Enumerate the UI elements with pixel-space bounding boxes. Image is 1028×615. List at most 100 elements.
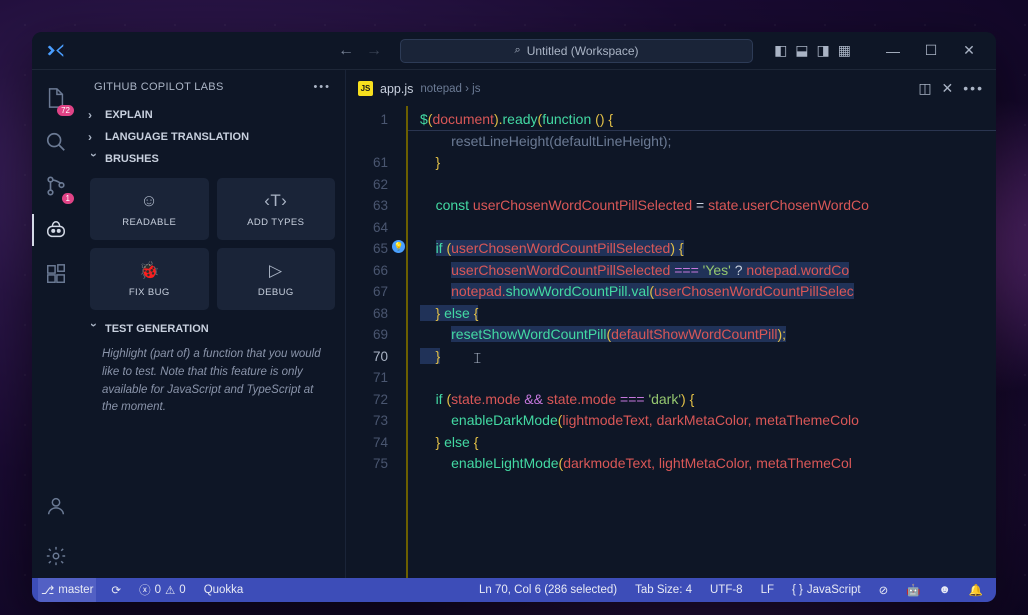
brush-readable[interactable]: ☺READABLE [90, 178, 209, 240]
code-line: if (state.mode && state.mode === 'dark')… [408, 389, 996, 411]
brushes-grid: ☺READABLE ‹T›ADD TYPES 🐞FIX BUG ▷DEBUG [80, 170, 345, 318]
tab-app-js[interactable]: JS app.js notepad › js [346, 70, 492, 106]
code-line [408, 367, 996, 389]
command-center-text: Untitled (Workspace) [527, 44, 639, 58]
editor-tabs: JS app.js notepad › js ◫ ✕ ••• [346, 70, 996, 106]
section-testgen[interactable]: ›TEST GENERATION [80, 318, 345, 340]
forward-icon[interactable]: → [366, 42, 382, 60]
code-line: const userChosenWordCountPillSelected = … [408, 195, 996, 217]
code-line [408, 217, 996, 239]
status-bell-icon[interactable]: 🔔 [966, 583, 986, 597]
section-brushes[interactable]: ›BRUSHES [80, 148, 345, 170]
more-icon[interactable]: ••• [313, 81, 331, 93]
brush-add-types[interactable]: ‹T›ADD TYPES [217, 178, 336, 240]
testgen-hint: Highlight (part of) a function that you … [80, 340, 345, 427]
status-left: ⎇master ⟳ ⓧ0⚠0 Quokka [32, 578, 246, 602]
code-lines: $(document).ready(function () { resetLin… [406, 106, 996, 578]
text-cursor-icon: 𝙸 [472, 348, 483, 370]
code-line: enableLightMode(darkmodeText, lightMetaC… [408, 453, 996, 475]
layout-controls: ◧ ⬓ ◨ ▦ [771, 39, 854, 62]
layout-sidebar-left-icon[interactable]: ◧ [771, 39, 790, 62]
line-gutter: 1 61 62 63 64 65 66 67 68 69 70 71 72 73… [346, 106, 406, 578]
code-line: userChosenWordCountPillSelected === 'Yes… [408, 260, 996, 282]
code-line: enableDarkMode(lightmodeText, darkMetaCo… [408, 410, 996, 432]
code-line [408, 174, 996, 196]
status-sync[interactable]: ⟳ [108, 583, 124, 597]
layout-sidebar-right-icon[interactable]: ◨ [814, 39, 833, 62]
editor-group: JS app.js notepad › js ◫ ✕ ••• 1 61 62 6… [346, 70, 996, 578]
brush-fix-bug[interactable]: 🐞FIX BUG [90, 248, 209, 310]
code-line: } [408, 152, 996, 174]
status-encoding[interactable]: UTF-8 [707, 584, 746, 596]
code-line: }𝙸 [408, 346, 996, 368]
activity-explorer[interactable]: 72 [32, 76, 80, 120]
window-controls: — ☐ ✕ [874, 35, 988, 67]
lightbulb-icon[interactable]: 💡 [392, 240, 405, 253]
activity-search[interactable] [32, 120, 80, 164]
code-line: resetShowWordCountPill(defaultShowWordCo… [408, 324, 996, 346]
section-explain[interactable]: ›EXPLAIN [80, 104, 345, 126]
code-line: resetLineHeight(defaultLineHeight); [408, 131, 996, 153]
chevron-down-icon: › [87, 323, 101, 335]
close-icon[interactable]: ✕ [950, 35, 988, 67]
status-bar: ⎇master ⟳ ⓧ0⚠0 Quokka Ln 70, Col 6 (286 … [32, 578, 996, 602]
status-branch[interactable]: ⎇master [38, 578, 96, 602]
status-lang[interactable]: { }JavaScript [789, 584, 864, 596]
chevron-right-icon: › [88, 130, 100, 144]
split-editor-icon[interactable]: ◫ [918, 80, 931, 97]
status-feedback-icon[interactable]: ☻ [936, 584, 954, 596]
maximize-icon[interactable]: ☐ [912, 35, 950, 67]
status-tabsize[interactable]: Tab Size: 4 [632, 584, 695, 596]
tab-path: notepad › js [420, 83, 480, 95]
code-line: notepad.showWordCountPill.val(userChosen… [408, 281, 996, 303]
bug-icon: 🐞 [138, 261, 160, 281]
warning-icon: ⚠ [165, 583, 175, 597]
chevron-down-icon: › [87, 153, 101, 165]
titlebar: ← → ⌕ Untitled (Workspace) ◧ ⬓ ◨ ▦ — ☐ ✕ [32, 32, 996, 70]
activity-extensions[interactable] [32, 252, 80, 296]
explorer-badge: 72 [57, 105, 74, 116]
layout-panel-icon[interactable]: ⬓ [792, 39, 811, 62]
close-tab-icon[interactable]: ✕ [942, 80, 954, 97]
activity-source-control[interactable]: 1 [32, 164, 80, 208]
braces-icon: { } [792, 584, 803, 596]
brush-debug[interactable]: ▷DEBUG [217, 248, 336, 310]
activity-settings[interactable] [32, 534, 80, 578]
code-line: 💡 if (userChosenWordCountPillSelected) { [408, 238, 996, 260]
vscode-window: ← → ⌕ Untitled (Workspace) ◧ ⬓ ◨ ▦ — ☐ ✕… [32, 32, 996, 602]
command-center[interactable]: ⌕ Untitled (Workspace) [400, 39, 753, 63]
smile-icon: ☺ [140, 191, 158, 211]
status-prettier-icon[interactable]: ⊘ [876, 583, 892, 597]
status-copilot-icon[interactable]: 🤖 [903, 583, 923, 597]
branch-icon: ⎇ [41, 583, 54, 597]
js-file-icon: JS [358, 81, 373, 96]
vscode-logo-icon [40, 42, 70, 59]
debug-icon: ▷ [269, 261, 282, 281]
back-icon[interactable]: ← [338, 42, 354, 60]
main-area: 72 1 GITHUB COPILOT L [32, 70, 996, 578]
sidebar-header: GITHUB COPILOT LABS ••• [80, 70, 345, 104]
activity-account[interactable] [32, 484, 80, 528]
status-quokka[interactable]: Quokka [201, 584, 247, 596]
sync-icon: ⟳ [111, 583, 121, 597]
chevron-right-icon: › [88, 108, 100, 122]
minimize-icon[interactable]: — [874, 35, 912, 67]
error-icon: ⓧ [139, 582, 151, 598]
tab-filename: app.js [380, 82, 413, 96]
code-line: $(document).ready(function () { [408, 109, 996, 131]
status-cursor[interactable]: Ln 70, Col 6 (286 selected) [476, 584, 620, 596]
layout-customize-icon[interactable]: ▦ [835, 39, 854, 62]
code-editor[interactable]: 1 61 62 63 64 65 66 67 68 69 70 71 72 73… [346, 106, 996, 578]
status-eol[interactable]: LF [758, 584, 777, 596]
section-translation[interactable]: ›LANGUAGE TRANSLATION [80, 126, 345, 148]
search-icon: ⌕ [515, 44, 521, 57]
more-actions-icon[interactable]: ••• [963, 80, 984, 97]
activity-copilot-labs[interactable] [32, 208, 80, 252]
status-right: Ln 70, Col 6 (286 selected) Tab Size: 4 … [476, 583, 996, 597]
type-icon: ‹T› [264, 191, 287, 211]
sidebar: GITHUB COPILOT LABS ••• ›EXPLAIN ›LANGUA… [80, 70, 346, 578]
status-problems[interactable]: ⓧ0⚠0 [136, 582, 189, 598]
sidebar-title: GITHUB COPILOT LABS [94, 81, 224, 93]
scm-badge: 1 [62, 193, 74, 204]
activity-bar: 72 1 [32, 70, 80, 578]
